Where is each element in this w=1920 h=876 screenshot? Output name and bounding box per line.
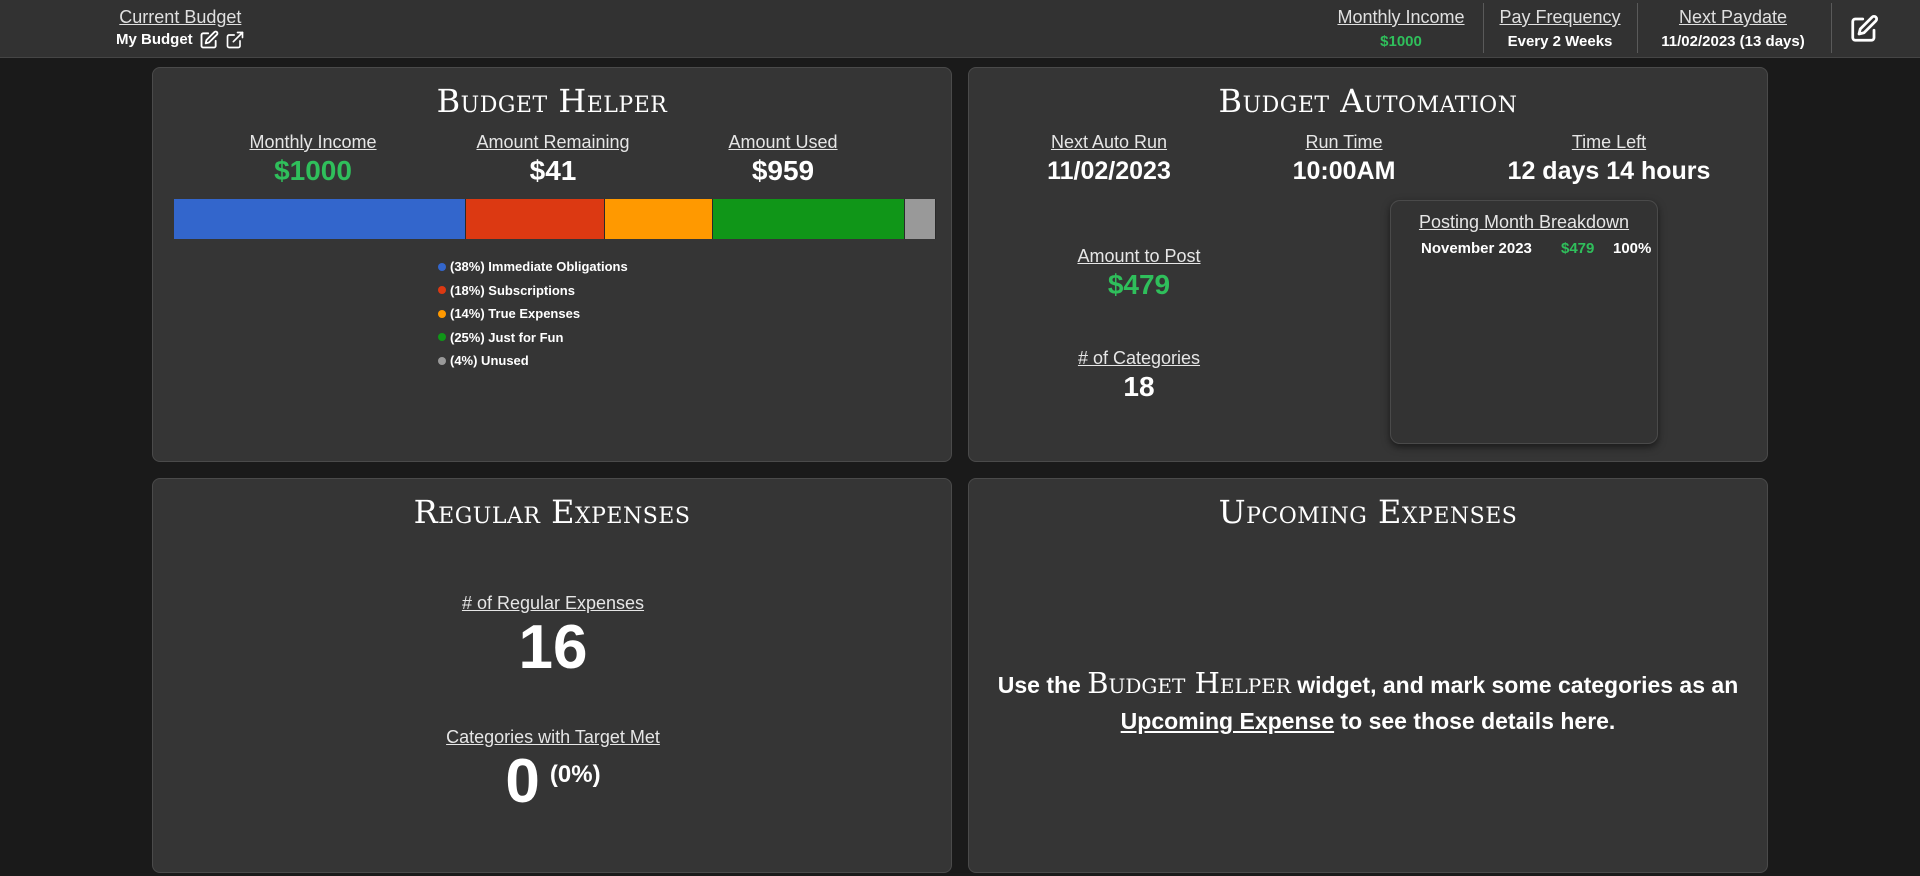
regular-expenses-title: Regular Expenses — [413, 493, 691, 531]
legend-item: (18%) Subscriptions — [438, 279, 628, 303]
legend-label: (18%) Subscriptions — [450, 282, 575, 298]
legend-label: (25%) Just for Fun — [450, 329, 564, 345]
budget-bar-segment[interactable] — [905, 199, 936, 239]
posting-month-breakdown-title[interactable]: Posting Month Breakdown — [1391, 211, 1657, 233]
edit-icon[interactable] — [199, 30, 219, 50]
topbar-pay-frequency: Pay Frequency Every 2 Weeks — [1494, 6, 1626, 52]
topbar-divider — [1637, 3, 1638, 53]
legend-dot-icon — [438, 309, 446, 318]
ba-run-time-label[interactable]: Run Time — [1269, 131, 1419, 153]
upcoming-expenses-card: Upcoming Expenses Use the Budget Helper … — [968, 478, 1768, 873]
upcoming-expenses-message: Use the Budget Helper widget, and mark s… — [969, 665, 1767, 739]
budget-bar-segment[interactable] — [605, 199, 713, 239]
legend-label: (38%) Immediate Obligations — [450, 259, 628, 275]
re-target-met-value: 0 — [505, 747, 540, 816]
ba-categories-value: 18 — [1123, 371, 1155, 402]
re-count: # of Regular Expenses 16 — [403, 592, 703, 682]
list-item: November 2023 $479 100% — [1391, 239, 1657, 259]
posting-month: November 2023 — [1421, 240, 1532, 257]
budget-legend: (38%) Immediate Obligations (18%) Subscri… — [438, 255, 628, 373]
budget-automation-title: Budget Automation — [1218, 82, 1518, 120]
msg-prefix: Use the — [997, 672, 1081, 698]
bh-monthly-income-label[interactable]: Monthly Income — [233, 131, 393, 153]
edit-settings-icon[interactable] — [1849, 14, 1879, 44]
current-budget-name: My Budget — [116, 31, 193, 48]
ba-run-time-value: 10:00AM — [1292, 157, 1396, 185]
bh-amount-used-label[interactable]: Amount Used — [703, 131, 863, 153]
topbar-next-paydate-value: 11/02/2023 (13 days) — [1661, 33, 1805, 50]
ba-time-left-label[interactable]: Time Left — [1489, 131, 1729, 153]
budget-bar-segment[interactable] — [712, 199, 906, 239]
regular-expenses-card: Regular Expenses # of Regular Expenses 1… — [152, 478, 952, 873]
ba-time-left: Time Left 12 days 14 hours — [1489, 131, 1729, 188]
legend-dot-icon — [438, 333, 446, 342]
bh-amount-remaining-value: $41 — [529, 155, 577, 186]
legend-dot-icon — [438, 262, 446, 271]
external-link-icon[interactable] — [225, 30, 245, 50]
budget-helper-reference: Budget Helper — [1087, 666, 1291, 700]
top-bar: Current Budget My Budget Monthly Income … — [0, 0, 1920, 58]
re-target-met: Categories with Target Met 0 (0%) — [403, 726, 703, 816]
ba-categories: # of Categories 18 — [1059, 347, 1219, 404]
current-budget-label[interactable]: Current Budget — [116, 6, 245, 28]
budget-bar-segment[interactable] — [466, 199, 606, 239]
legend-dot-icon — [438, 286, 446, 295]
topbar-pay-frequency-value: Every 2 Weeks — [1507, 33, 1613, 50]
topbar-divider — [1831, 3, 1832, 53]
ba-run-time: Run Time 10:00AM — [1269, 131, 1419, 188]
ba-categories-label[interactable]: # of Categories — [1059, 347, 1219, 369]
topbar-next-paydate-label[interactable]: Next Paydate — [1648, 6, 1818, 28]
budget-bar — [174, 199, 936, 239]
legend-item: (4%) Unused — [438, 349, 628, 373]
bh-amount-used: Amount Used $959 — [703, 131, 863, 188]
msg-suffix: to see those details here. — [1340, 708, 1616, 734]
bh-amount-used-value: $959 — [751, 155, 815, 186]
msg-middle: widget, and mark some categories as an — [1297, 672, 1739, 698]
ba-time-left-value: 12 days 14 hours — [1507, 157, 1711, 185]
posting-amount: $479 — [1561, 240, 1595, 257]
legend-item: (38%) Immediate Obligations — [438, 255, 628, 279]
budget-helper-card: Budget Helper Monthly Income $1000 Amoun… — [152, 67, 952, 462]
topbar-monthly-income-value: $1000 — [1380, 33, 1422, 50]
upcoming-expenses-title: Upcoming Expenses — [1218, 493, 1518, 531]
topbar-monthly-income: Monthly Income $1000 — [1334, 6, 1468, 52]
upcoming-expense-link[interactable]: Upcoming Expense — [1121, 708, 1334, 734]
budget-helper-title: Budget Helper — [436, 82, 668, 120]
topbar-pay-frequency-label[interactable]: Pay Frequency — [1494, 6, 1626, 28]
ba-next-auto-run-value: 11/02/2023 — [1047, 157, 1171, 185]
ba-amount-to-post-value: $479 — [1107, 269, 1171, 300]
current-budget: Current Budget My Budget — [116, 6, 245, 50]
re-target-met-percent: (0%) — [549, 761, 601, 788]
ba-next-auto-run-label[interactable]: Next Auto Run — [1019, 131, 1199, 153]
ba-next-auto-run: Next Auto Run 11/02/2023 — [1019, 131, 1199, 188]
posting-percent: 100% — [1613, 240, 1652, 257]
topbar-next-paydate: Next Paydate 11/02/2023 (13 days) — [1648, 6, 1818, 52]
bh-amount-remaining-label[interactable]: Amount Remaining — [453, 131, 653, 153]
legend-item: (25%) Just for Fun — [438, 326, 628, 350]
re-count-label[interactable]: # of Regular Expenses — [403, 592, 703, 614]
legend-item: (14%) True Expenses — [438, 302, 628, 326]
ba-amount-to-post: Amount to Post $479 — [1059, 245, 1219, 302]
legend-label: (4%) Unused — [450, 353, 529, 369]
bh-monthly-income: Monthly Income $1000 — [233, 131, 393, 188]
budget-automation-card: Budget Automation Next Auto Run 11/02/20… — [968, 67, 1768, 462]
posting-month-breakdown: Posting Month Breakdown November 2023 $4… — [1390, 200, 1658, 444]
bh-amount-remaining: Amount Remaining $41 — [453, 131, 653, 188]
legend-dot-icon — [438, 356, 446, 365]
re-target-met-label[interactable]: Categories with Target Met — [403, 726, 703, 748]
topbar-monthly-income-label[interactable]: Monthly Income — [1334, 6, 1468, 28]
budget-bar-segment[interactable] — [174, 199, 467, 239]
legend-label: (14%) True Expenses — [450, 306, 581, 322]
topbar-divider — [1483, 3, 1484, 53]
re-count-value: 16 — [518, 613, 588, 682]
bh-monthly-income-value: $1000 — [274, 155, 352, 186]
ba-amount-to-post-label[interactable]: Amount to Post — [1059, 245, 1219, 267]
